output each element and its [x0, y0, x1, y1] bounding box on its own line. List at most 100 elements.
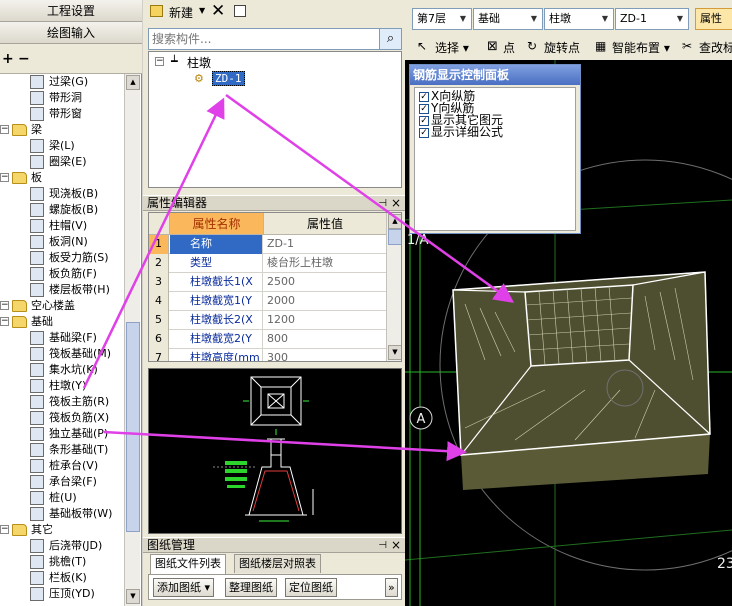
check-icon: ✓: [419, 91, 429, 102]
component-icon: [30, 395, 44, 409]
collapse-toggle[interactable]: −: [0, 317, 9, 326]
property-row[interactable]: 6 柱墩截宽2(Y 800: [149, 330, 387, 349]
smart-layout-button[interactable]: 智能布置 ▾: [612, 39, 670, 56]
tab-floor-mapping[interactable]: 图纸楼层对照表: [234, 554, 321, 573]
pin-icon[interactable]: ⊣: [378, 538, 387, 553]
grid-icon: ▦: [595, 39, 607, 53]
tree-label: 压顶(YD): [49, 587, 95, 600]
copy-icon[interactable]: [234, 5, 246, 17]
collapse-toggle[interactable]: −: [155, 57, 164, 66]
minus-icon[interactable]: −: [18, 51, 30, 67]
tree-label: 其它: [31, 523, 53, 536]
add-drawing-button[interactable]: 添加图纸 ▾: [153, 578, 215, 597]
property-scrollbar[interactable]: ▲ ▼: [386, 213, 401, 361]
component-icon: [30, 491, 44, 505]
check-icon: ✓: [419, 127, 429, 138]
property-value[interactable]: 800: [264, 330, 387, 349]
point-button[interactable]: 点: [503, 39, 515, 56]
pin-icon[interactable]: ⊣: [378, 196, 387, 211]
folder-icon: [12, 124, 27, 136]
new-button[interactable]: 新建: [169, 4, 193, 21]
component-icon: [30, 475, 44, 489]
instance-select[interactable]: ZD-1 ▼: [615, 8, 689, 30]
component-icon: [30, 459, 44, 473]
project-settings-button[interactable]: 工程设置: [0, 0, 142, 22]
tree-label: 筏板负筋(X): [49, 411, 110, 424]
component-icon: [30, 187, 44, 201]
property-name: 柱墩截长2(X: [170, 311, 263, 330]
type-select[interactable]: 基础 ▼: [473, 8, 543, 30]
coordinate-readout: 23: [717, 556, 732, 572]
tree-label: 基础梁(F): [49, 331, 97, 344]
property-value[interactable]: 棱台形上柱墩: [264, 254, 387, 273]
scroll-down-button[interactable]: ▼: [388, 345, 401, 360]
drawing-manager-title: 图纸管理: [147, 538, 196, 552]
component-icon: [30, 347, 44, 361]
drawing-toolbar: 添加图纸 ▾ 整理图纸 定位图纸 »: [148, 574, 402, 600]
collapse-toggle[interactable]: −: [0, 301, 9, 310]
component-icon: [30, 283, 44, 297]
checkbox-show-formula[interactable]: ✓ 显示详细公式: [419, 126, 503, 140]
scroll-thumb[interactable]: [126, 322, 140, 532]
row-number: 7: [149, 349, 169, 361]
nav-scrollbar[interactable]: ▲ ▼: [124, 74, 140, 606]
tree-label: 板受力筋(S): [49, 251, 109, 264]
row-number: 4: [149, 292, 169, 311]
properties-button[interactable]: 属性: [695, 8, 732, 30]
row-number: 6: [149, 330, 169, 349]
tree-label: 后浇带(JD): [49, 539, 103, 552]
construct-item[interactable]: ZD-1: [212, 71, 245, 86]
property-value[interactable]: 2500: [264, 273, 387, 292]
draw-toolbar: ↖ 选择 ▾ ⊠ 点 ↻ 旋转点 ▦ 智能布置 ▾ ✂ 查改标: [405, 36, 732, 60]
component-icon: [30, 107, 44, 121]
component-icon: [30, 139, 44, 153]
folder-icon: [12, 172, 27, 184]
collapse-toggle[interactable]: −: [0, 525, 9, 534]
rotate-point-button[interactable]: 旋转点: [544, 39, 580, 56]
property-row[interactable]: 5 柱墩截长2(X 1200: [149, 311, 387, 330]
tab-drawing-files[interactable]: 图纸文件列表: [150, 554, 226, 574]
delete-icon[interactable]: ✕: [211, 1, 225, 21]
close-icon[interactable]: ×: [391, 196, 401, 211]
property-row[interactable]: 3 柱墩截长1(X 2500: [149, 273, 387, 292]
component-icon: [30, 379, 44, 393]
scroll-down-button[interactable]: ▼: [126, 589, 140, 604]
column-header-name: 属性名称: [170, 213, 264, 235]
property-value[interactable]: 2000: [264, 292, 387, 311]
more-button[interactable]: »: [385, 578, 398, 597]
component-icon: [30, 251, 44, 265]
component-select[interactable]: 柱墩 ▼: [544, 8, 614, 30]
tree-label: 集水坑(K): [49, 363, 98, 376]
check-button[interactable]: 查改标: [699, 39, 732, 56]
property-value[interactable]: 300: [264, 349, 387, 361]
chevron-down-icon[interactable]: ▼: [199, 6, 205, 15]
locate-drawing-button[interactable]: 定位图纸: [285, 578, 337, 597]
property-row[interactable]: 4 柱墩截宽1(Y 2000: [149, 292, 387, 311]
property-row[interactable]: 1 名称 ZD-1: [149, 235, 387, 254]
rebar-panel-title: 钢筋显示控制面板: [410, 65, 580, 85]
navigation-panel: 工程设置 绘图输入 + − 过梁(G) 带形洞 带形窗 − 梁梁(L) 圈梁(E) − 板现浇…: [0, 0, 142, 606]
component-icon: [30, 411, 44, 425]
property-row[interactable]: 2 类型 棱台形上柱墩: [149, 254, 387, 273]
select-button[interactable]: 选择 ▾: [435, 39, 469, 56]
rotate-icon: ↻: [527, 39, 538, 53]
scroll-up-button[interactable]: ▲: [388, 214, 401, 229]
organize-drawing-button[interactable]: 整理图纸: [225, 578, 277, 597]
property-value[interactable]: 1200: [264, 311, 387, 330]
plus-icon[interactable]: +: [2, 51, 14, 67]
component-icon: [30, 363, 44, 377]
search-input[interactable]: [149, 29, 377, 49]
collapse-toggle[interactable]: −: [0, 125, 9, 134]
construct-tree: − ┷ 柱墩 ⚙ ZD-1: [148, 51, 402, 188]
scroll-up-button[interactable]: ▲: [126, 75, 140, 90]
search-icon[interactable]: ⌕: [379, 29, 401, 49]
drawing-input-button[interactable]: 绘图输入: [0, 22, 142, 44]
close-icon[interactable]: ×: [391, 538, 401, 553]
new-icon: [150, 5, 163, 17]
property-row[interactable]: 7 柱墩高度(mm 300: [149, 349, 387, 361]
collapse-toggle[interactable]: −: [0, 173, 9, 182]
row-number: 3: [149, 273, 169, 292]
floor-select[interactable]: 第7层 ▼: [412, 8, 472, 30]
property-value[interactable]: ZD-1: [264, 235, 387, 254]
scroll-thumb[interactable]: [388, 229, 401, 245]
